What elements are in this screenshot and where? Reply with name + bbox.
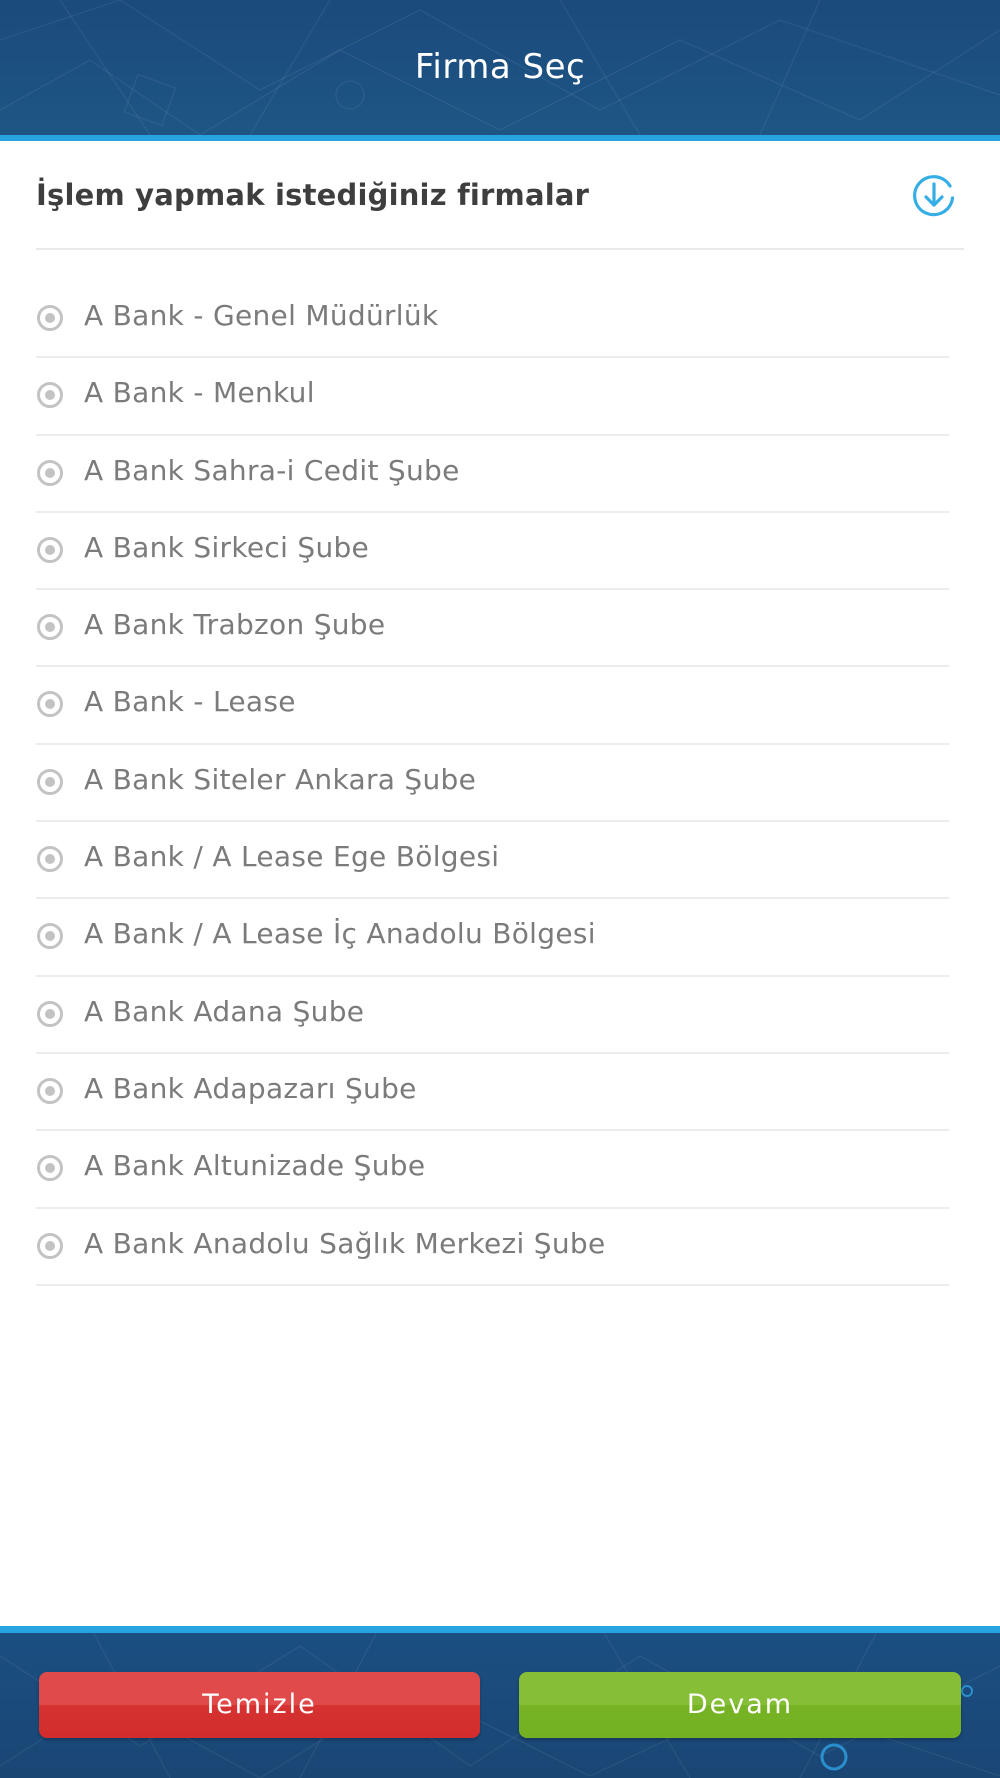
footer-bar: Temizle Devam — [0, 1626, 1000, 1778]
radio-icon[interactable] — [36, 304, 64, 332]
footer-accent-line — [0, 1626, 1000, 1633]
list-item-label: A Bank Sahra-i Cedit Şube — [84, 453, 460, 487]
list-item-label: A Bank - Lease — [84, 685, 296, 719]
radio-icon[interactable] — [36, 1000, 64, 1028]
radio-icon[interactable] — [36, 613, 64, 641]
section-divider — [36, 248, 964, 250]
list-item-label: A Bank Altunizade Şube — [84, 1149, 426, 1183]
list-item[interactable]: A Bank Trabzon Şube — [0, 590, 1000, 668]
radio-icon[interactable] — [36, 1077, 64, 1105]
app-header: Firma Seç — [0, 0, 1000, 135]
radio-icon[interactable] — [36, 1232, 64, 1260]
radio-icon[interactable] — [36, 922, 64, 950]
radio-icon[interactable] — [36, 381, 64, 409]
list-item-label: A Bank Siteler Ankara Şube — [84, 762, 477, 796]
list-item[interactable]: A Bank / A Lease İç Anadolu Bölgesi — [0, 899, 1000, 977]
list-item[interactable]: A Bank Adapazarı Şube — [0, 1054, 1000, 1132]
list-item[interactable]: A Bank - Menkul — [0, 358, 1000, 436]
company-list: A Bank - Genel Müdürlük A Bank - Menkul … — [0, 281, 1000, 1286]
list-item[interactable]: A Bank - Lease — [0, 667, 1000, 745]
header-accent-line — [0, 135, 1000, 141]
list-item-label: A Bank / A Lease Ege Bölgesi — [84, 840, 500, 874]
list-item[interactable]: A Bank Sahra-i Cedit Şube — [0, 436, 1000, 513]
company-select-screen: Firma Seç İşlem yapmak istediğiniz firma… — [0, 0, 1000, 1778]
radio-icon[interactable] — [36, 690, 64, 718]
list-item-label: A Bank Adana Şube — [84, 994, 365, 1028]
download-icon[interactable] — [910, 172, 958, 220]
section-title: İşlem yapmak istediğiniz firmalar — [36, 178, 590, 212]
radio-icon[interactable] — [36, 536, 64, 564]
clear-button[interactable]: Temizle — [39, 1672, 480, 1738]
page-title: Firma Seç — [414, 47, 586, 87]
radio-icon[interactable] — [36, 1154, 64, 1182]
list-item-label: A Bank Anadolu Sağlık Merkezi Şube — [84, 1226, 606, 1260]
list-item-label: A Bank - Menkul — [84, 376, 315, 410]
continue-button[interactable]: Devam — [519, 1672, 961, 1738]
list-item-label: A Bank / A Lease İç Anadolu Bölgesi — [84, 917, 596, 951]
list-item[interactable]: A Bank Anadolu Sağlık Merkezi Şube — [0, 1209, 1000, 1286]
list-item[interactable]: A Bank Adana Şube — [0, 977, 1000, 1054]
row-divider — [36, 1283, 949, 1286]
list-item[interactable]: A Bank - Genel Müdürlük — [0, 281, 1000, 359]
list-item-label: A Bank - Genel Müdürlük — [84, 299, 439, 332]
list-item[interactable]: A Bank / A Lease Ege Bölgesi — [0, 822, 1000, 900]
radio-icon[interactable] — [36, 459, 64, 487]
list-item[interactable]: A Bank Siteler Ankara Şube — [0, 745, 1000, 823]
list-item[interactable]: A Bank Altunizade Şube — [0, 1131, 1000, 1209]
list-item-label: A Bank Adapazarı Şube — [84, 1071, 417, 1105]
radio-icon[interactable] — [36, 845, 64, 873]
list-item-label: A Bank Trabzon Şube — [84, 608, 386, 642]
list-item[interactable]: A Bank Sirkeci Şube — [0, 513, 1000, 591]
list-item-label: A Bank Sirkeci Şube — [84, 530, 370, 564]
radio-icon[interactable] — [36, 768, 64, 796]
